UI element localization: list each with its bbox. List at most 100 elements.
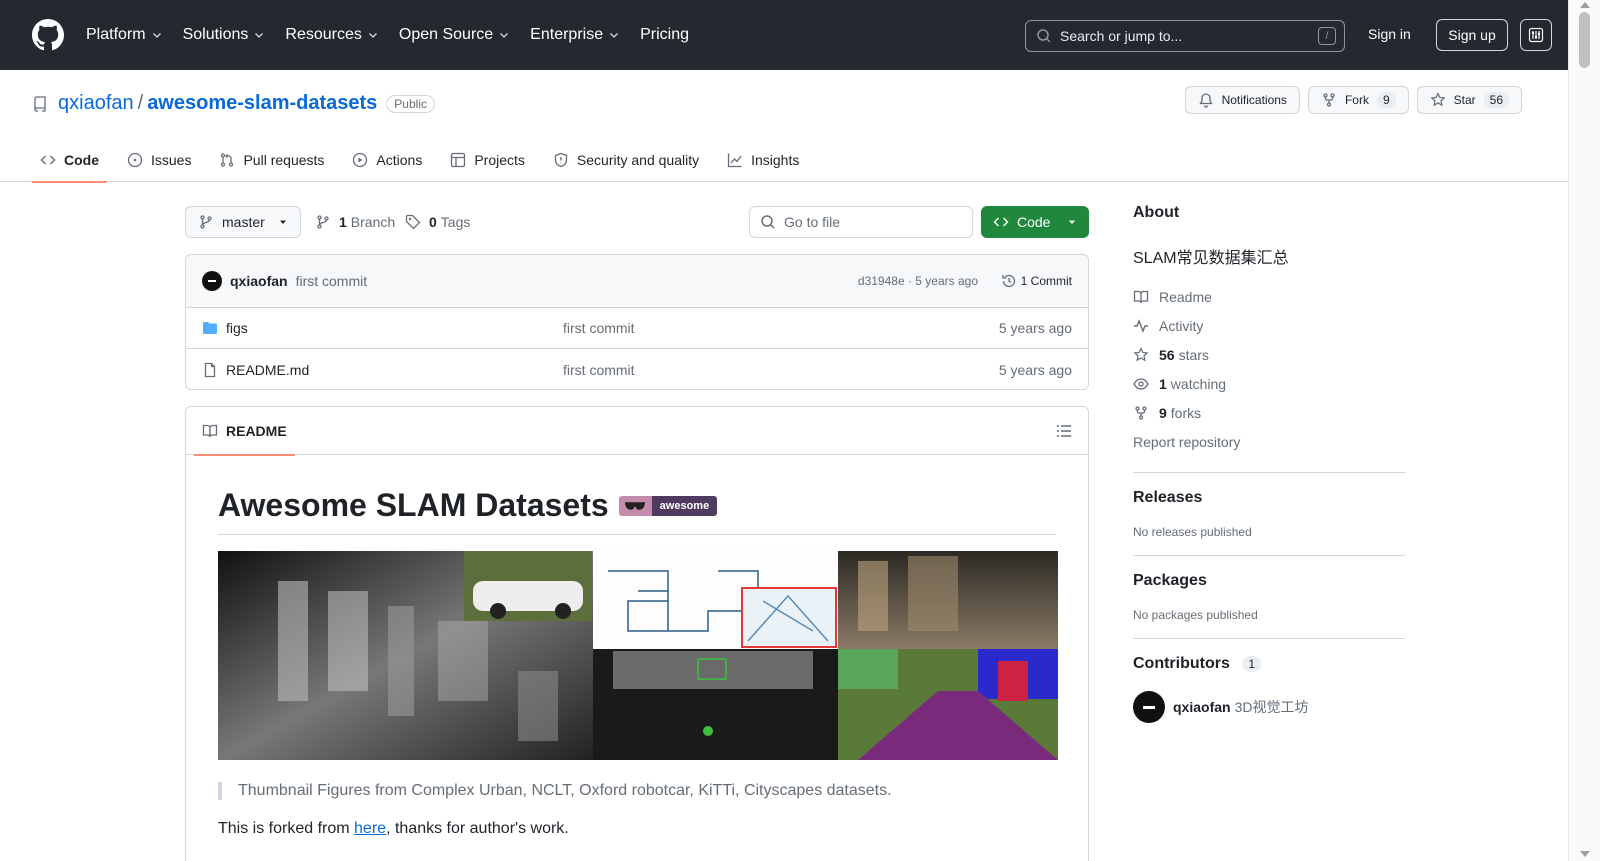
- tab-security[interactable]: Security and quality: [545, 138, 707, 182]
- pull-request-icon: [221, 153, 234, 167]
- notifications-button[interactable]: Notifications: [1184, 86, 1300, 114]
- contributor-item[interactable]: qxiaofan 3D视觉工坊: [1133, 691, 1405, 723]
- repo-separator: /: [137, 92, 144, 114]
- bell-icon: [1198, 93, 1213, 108]
- forks-link[interactable]: 9 forks: [1133, 398, 1405, 427]
- activity-link[interactable]: Activity: [1133, 311, 1405, 340]
- stars-count: 56: [1159, 346, 1175, 363]
- nav-open-source[interactable]: Open Source: [399, 24, 510, 46]
- commit-author-link[interactable]: qxiaofan: [230, 273, 288, 289]
- scroll-down-icon[interactable]: [1580, 851, 1590, 857]
- releases-heading[interactable]: Releases: [1133, 489, 1405, 507]
- star-label: Star: [1453, 93, 1476, 107]
- star-button[interactable]: Star 56: [1416, 86, 1522, 114]
- nav-resources[interactable]: Resources: [285, 24, 378, 46]
- nav-solutions[interactable]: Solutions: [183, 24, 266, 46]
- scroll-up-icon[interactable]: [1580, 2, 1590, 8]
- watchers-link[interactable]: 1 watching: [1133, 369, 1405, 398]
- tab-projects[interactable]: Projects: [442, 138, 533, 182]
- tab-insights[interactable]: Insights: [719, 138, 807, 182]
- report-repository-link[interactable]: Report repository: [1133, 427, 1405, 456]
- search-placeholder: Search or jump to...: [1060, 28, 1183, 44]
- code-dropdown-button[interactable]: Code: [981, 206, 1089, 238]
- readme-link[interactable]: Readme: [1133, 282, 1405, 311]
- play-icon: [353, 152, 368, 168]
- go-to-file-input[interactable]: Go to file: [749, 206, 973, 238]
- stars-label: stars: [1178, 346, 1209, 363]
- nav-pricing[interactable]: Pricing: [640, 24, 689, 46]
- file-commit-message[interactable]: first commit: [563, 362, 635, 378]
- repo-name-link[interactable]: awesome-slam-datasets: [147, 92, 377, 115]
- contributors-label: Contributors: [1133, 655, 1230, 672]
- top-nav: Platform Solutions Resources Open Source…: [86, 24, 709, 46]
- repo-title: qxiaofan / awesome-slam-datasets Public: [32, 92, 435, 115]
- here-link[interactable]: here: [354, 820, 386, 837]
- fork-button[interactable]: Fork 9: [1307, 86, 1409, 114]
- sliders-icon: [1528, 27, 1544, 43]
- contributor-login[interactable]: qxiaofan: [1173, 699, 1231, 715]
- branches-link[interactable]: 1 Branch: [315, 214, 395, 230]
- table-row[interactable]: README.md first commit 5 years ago: [186, 349, 1088, 389]
- page-scrollbar[interactable]: [1568, 0, 1600, 861]
- folder-icon: [203, 322, 217, 334]
- branch-icon: [200, 215, 212, 229]
- book-icon: [1133, 290, 1149, 303]
- watching-count: 1: [1159, 375, 1167, 392]
- table-row[interactable]: figs first commit 5 years ago: [186, 308, 1088, 349]
- tab-label: Insights: [751, 152, 800, 168]
- tab-label: Issues: [151, 152, 192, 168]
- nav-enterprise[interactable]: Enterprise: [530, 24, 620, 46]
- sign-up-button[interactable]: Sign up: [1436, 19, 1508, 51]
- commit-message-link[interactable]: first commit: [296, 273, 368, 289]
- code-icon: [40, 155, 56, 165]
- github-logo-icon[interactable]: [32, 19, 64, 51]
- tab-label: Projects: [474, 152, 525, 168]
- sign-in-link[interactable]: Sign in: [1368, 26, 1411, 42]
- tags-link[interactable]: 0 Tags: [405, 214, 470, 230]
- nav-label: Solutions: [182, 26, 249, 43]
- tab-issues[interactable]: Issues: [119, 138, 199, 182]
- commit-meta[interactable]: d31948e · 5 years ago: [858, 274, 978, 288]
- outline-button[interactable]: [1056, 423, 1072, 439]
- awesome-badge[interactable]: awesome: [618, 495, 718, 516]
- dataset-thumbnail-image: [218, 551, 1058, 760]
- search-icon: [1037, 29, 1051, 43]
- scroll-thumb[interactable]: [1579, 12, 1590, 68]
- tab-code[interactable]: Code: [32, 138, 107, 183]
- avatar[interactable]: [1133, 691, 1165, 723]
- readme-tab[interactable]: README: [194, 407, 295, 456]
- eye-icon: [1133, 377, 1149, 390]
- packages-heading[interactable]: Packages: [1133, 572, 1405, 590]
- chevron-down-icon: [500, 33, 509, 38]
- file-list: qxiaofan first commit d31948e · 5 years …: [185, 254, 1089, 390]
- repo-owner-link[interactable]: qxiaofan: [58, 92, 134, 115]
- file-name-link[interactable]: README.md: [226, 362, 309, 378]
- tab-label: Actions: [376, 152, 423, 168]
- readme-tab-label: README: [226, 423, 287, 439]
- contributor-display-name: 3D视觉工坊: [1234, 699, 1309, 715]
- nav-platform[interactable]: Platform: [86, 24, 163, 46]
- tab-actions[interactable]: Actions: [344, 138, 430, 182]
- readme-heading: Awesome SLAM Datasets awesome: [218, 487, 1056, 535]
- file-name-link[interactable]: figs: [226, 320, 248, 336]
- commits-link[interactable]: 1 Commit: [1001, 273, 1072, 289]
- code-icon: [993, 217, 1009, 227]
- caret-down-icon: [1069, 220, 1075, 224]
- file-commit-message[interactable]: first commit: [563, 320, 635, 336]
- branch-selector[interactable]: master: [185, 206, 301, 238]
- menu-button[interactable]: [1520, 19, 1552, 51]
- tag-label: Tags: [440, 214, 471, 230]
- search-input[interactable]: Search or jump to... /: [1025, 20, 1345, 52]
- repo-tabs: Code Issues Pull requests Actions Projec…: [32, 138, 819, 183]
- tab-label: Code: [64, 152, 99, 168]
- forks-label: forks: [1170, 404, 1202, 421]
- table-icon: [451, 152, 466, 168]
- chevron-down-icon: [610, 33, 619, 38]
- readme-panel: README Awesome SLAM Datasets awesome Thu…: [185, 406, 1089, 861]
- contributors-heading[interactable]: Contributors 1: [1133, 655, 1405, 673]
- about-list: Readme Activity 56 stars 1 watching 9 fo…: [1133, 282, 1405, 456]
- stars-link[interactable]: 56 stars: [1133, 340, 1405, 369]
- tab-pull-requests[interactable]: Pull requests: [211, 138, 332, 182]
- avatar[interactable]: [202, 271, 222, 291]
- tag-icon: [405, 214, 421, 230]
